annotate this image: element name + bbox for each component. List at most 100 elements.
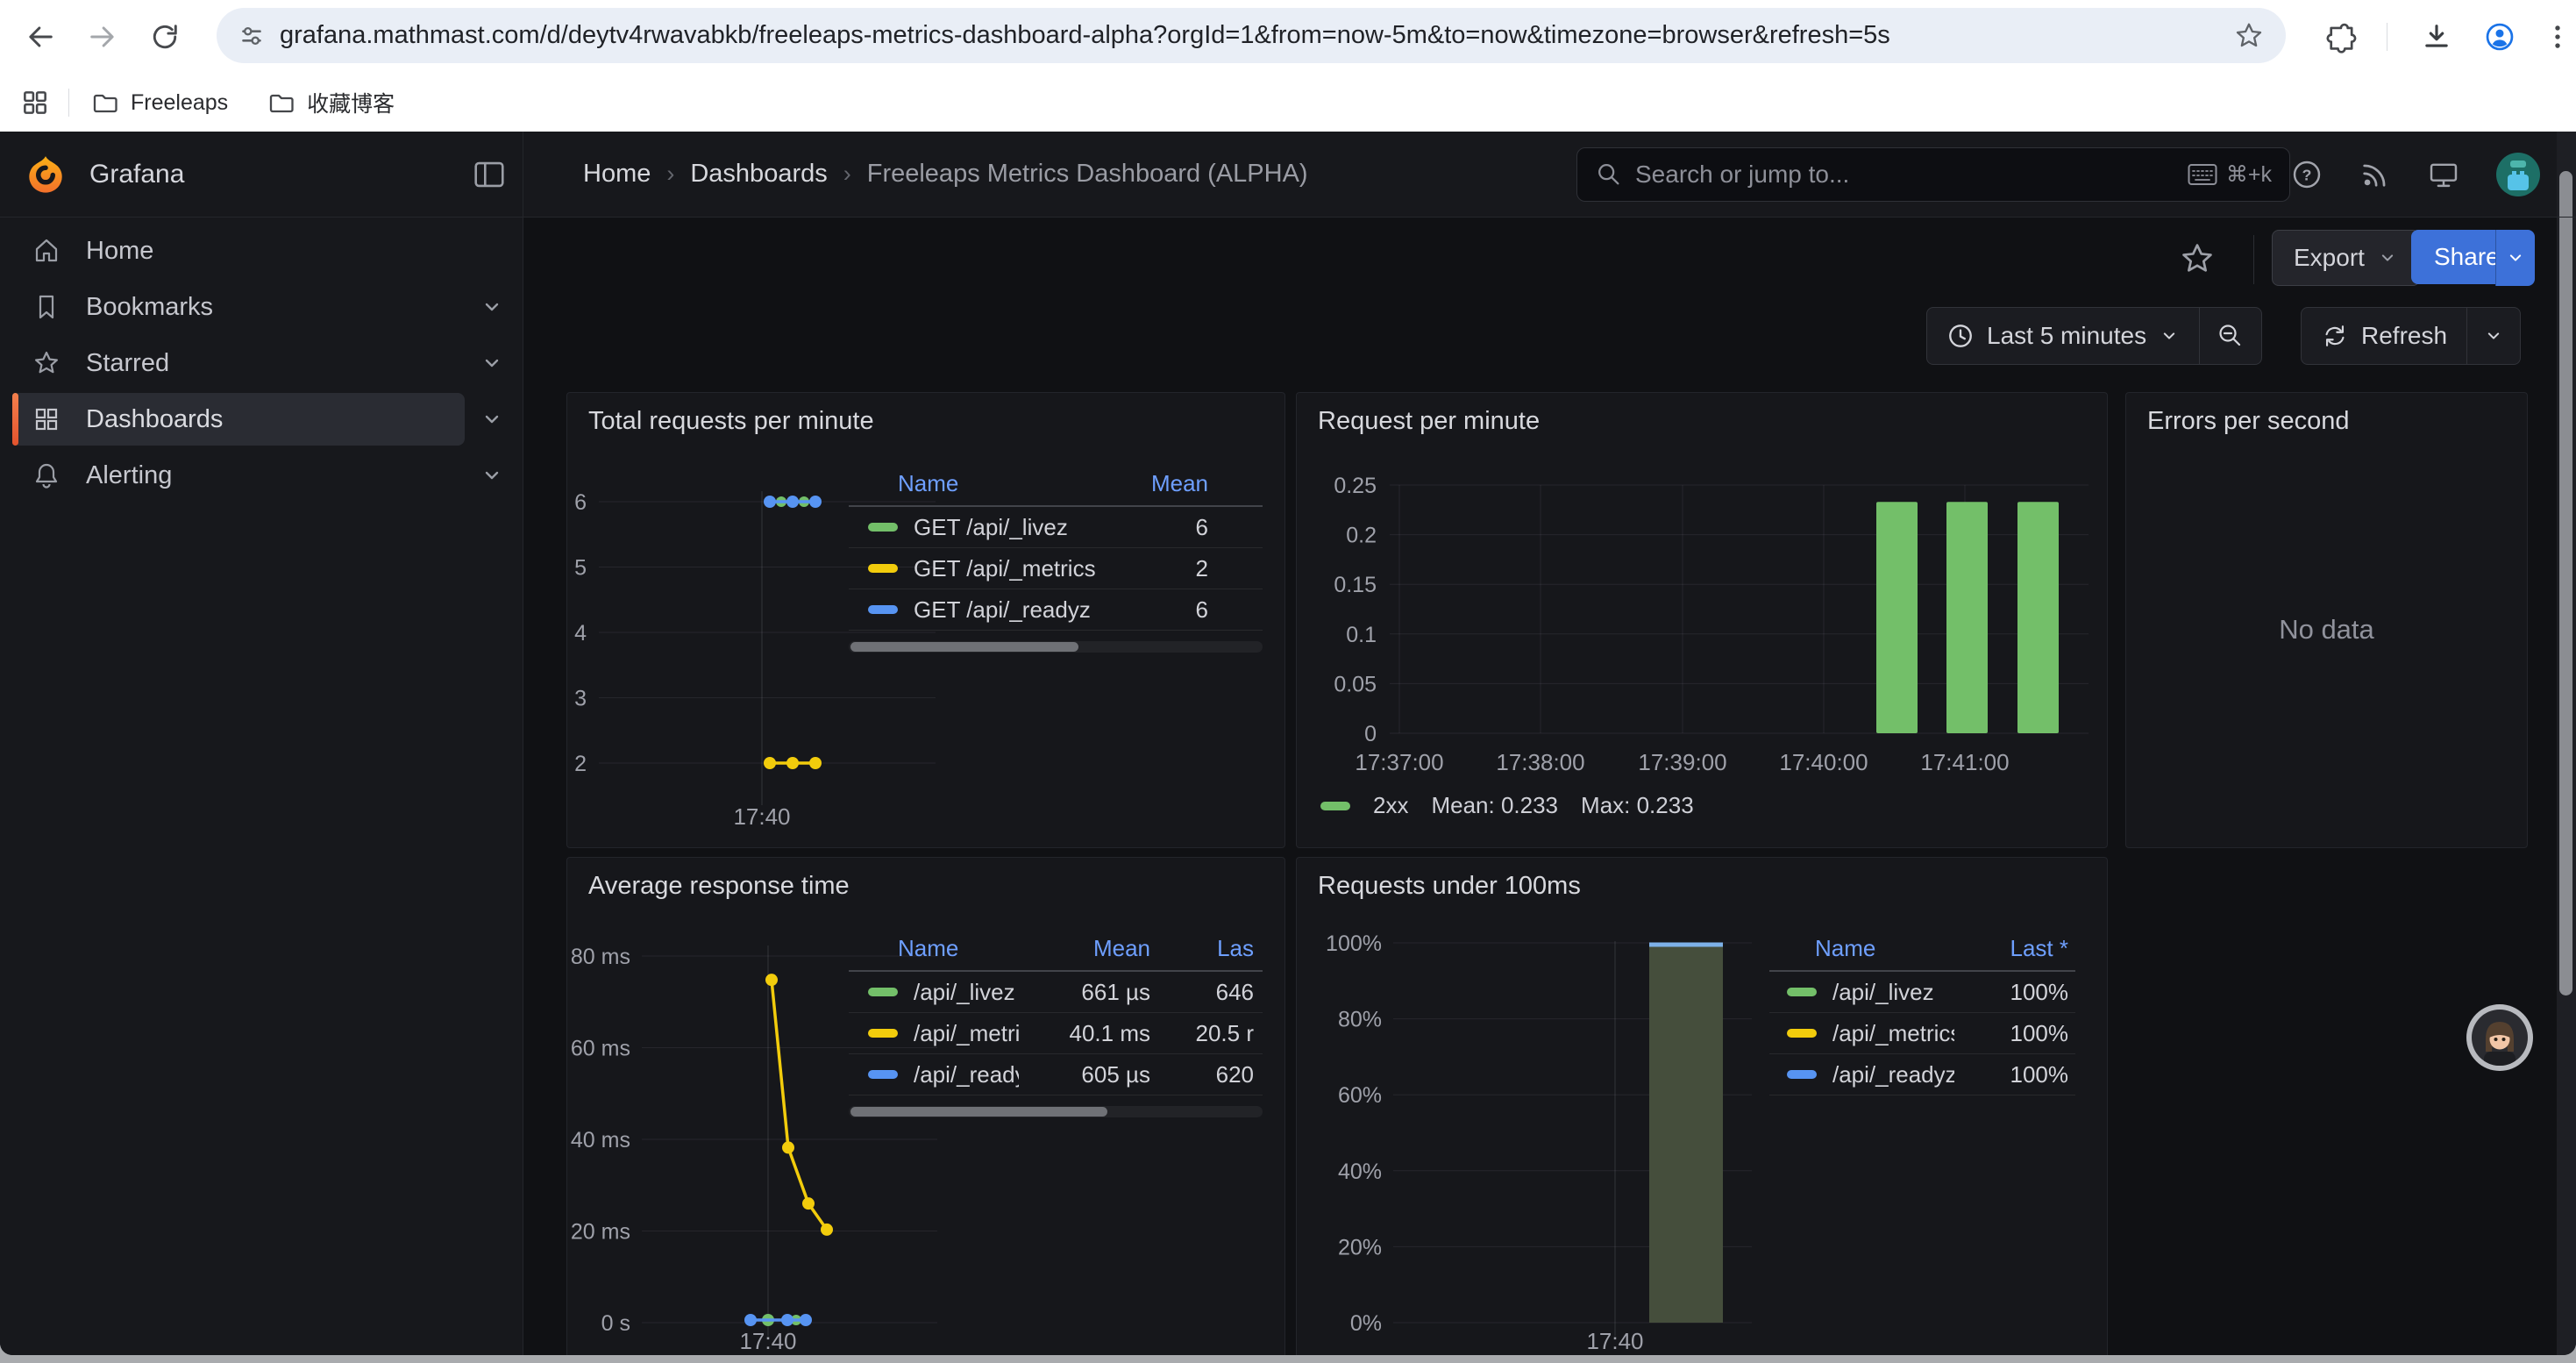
chevron-down-icon[interactable] <box>480 295 504 319</box>
sidebar: Grafana Home Bookma <box>0 132 523 1355</box>
svg-text:100%: 100% <box>1326 931 1382 956</box>
sidebar-toggle-icon[interactable] <box>472 157 507 192</box>
svg-text:17:39:00: 17:39:00 <box>1638 749 1726 775</box>
legend-header: Name Mean <box>849 461 1263 507</box>
bell-icon <box>32 460 61 490</box>
scrollbar-thumb[interactable] <box>2559 171 2572 995</box>
bookmarks-bar: Freeleaps 收藏博客 <box>0 74 2576 132</box>
legend-row[interactable]: /api/_readyz 605 µs 620 <box>849 1054 1263 1095</box>
bookmark-folder-blog[interactable]: 收藏博客 <box>267 87 395 118</box>
home-icon <box>32 236 61 266</box>
breadcrumb-dashboards[interactable]: Dashboards <box>690 160 827 189</box>
brand: Grafana <box>0 132 523 217</box>
legend-table: Name Mean Las /api/_livez 661 µs 646 /ap… <box>849 926 1263 1117</box>
legend-row[interactable]: /api/_metrics 100% <box>1769 1013 2075 1054</box>
legend-row[interactable]: /api/_metrics 40.1 ms 20.5 r <box>849 1013 1263 1054</box>
sidebar-item-label: Home <box>86 237 153 266</box>
back-icon[interactable] <box>24 20 57 54</box>
sidebar-item-home[interactable]: Home <box>12 225 465 277</box>
svg-text:0.25: 0.25 <box>1334 474 1377 498</box>
svg-text:40 ms: 40 ms <box>571 1128 630 1152</box>
profile-icon[interactable] <box>2483 20 2516 54</box>
svg-text:0.05: 0.05 <box>1334 672 1377 696</box>
chevron-down-icon[interactable] <box>480 351 504 375</box>
svg-text:4: 4 <box>574 621 587 646</box>
svg-text:80 ms: 80 ms <box>571 945 630 969</box>
legend-row[interactable]: /api/_livez 661 µs 646 <box>849 972 1263 1013</box>
bookmark-star-icon[interactable] <box>2233 20 2265 52</box>
reload-icon[interactable] <box>148 20 181 54</box>
page-scrollbar[interactable] <box>2557 132 2576 1355</box>
user-avatar[interactable] <box>2495 152 2541 197</box>
series-color-pill <box>868 564 898 573</box>
panel-request-per-minute: Request per minute 0.250.20.150.10.05017… <box>1296 392 2108 848</box>
chevron-down-icon[interactable] <box>480 463 504 488</box>
url-text[interactable]: grafana.mathmast.com/d/deytv4rwavabkb/fr… <box>280 21 2233 50</box>
svg-text:0.2: 0.2 <box>1346 524 1377 548</box>
apps-grid-icon[interactable] <box>19 87 51 118</box>
forward-icon[interactable] <box>86 20 119 54</box>
time-range-picker: Last 5 minutes <box>1926 307 2262 365</box>
sidebar-item-alerting[interactable]: Alerting <box>12 449 465 502</box>
legend-scrollbar[interactable] <box>849 1106 1263 1117</box>
panel-title[interactable]: Errors per second <box>2147 407 2350 436</box>
grafana-app: Grafana Home Bookma <box>0 132 2576 1355</box>
dashboard-actions: Export Share <box>523 218 2576 303</box>
help-icon[interactable]: ? <box>2290 158 2323 191</box>
svg-text:17:40:00: 17:40:00 <box>1779 749 1868 775</box>
folder-icon <box>267 88 296 118</box>
legend-row[interactable]: GET /api/_livez 6 <box>849 507 1263 548</box>
series-color-pill <box>868 1070 898 1079</box>
series-legend[interactable]: 2xx Mean: 0.233 Max: 0.233 <box>1320 792 1694 819</box>
breadcrumb-home[interactable]: Home <box>583 160 651 189</box>
legend-row[interactable]: GET /api/_readyz 6 <box>849 589 1263 631</box>
export-button[interactable]: Export <box>2272 230 2420 286</box>
url-bar[interactable]: grafana.mathmast.com/d/deytv4rwavabkb/fr… <box>217 8 2286 63</box>
monitor-icon[interactable] <box>2427 158 2460 191</box>
app-header: Home › Dashboards › Freeleaps Metrics Da… <box>523 132 2576 217</box>
time-range-button[interactable]: Last 5 minutes <box>1927 308 2200 364</box>
series-color-pill <box>1787 1070 1817 1079</box>
sidebar-item-bookmarks[interactable]: Bookmarks <box>12 281 465 333</box>
request-per-minute-chart[interactable]: 0.250.20.150.10.05017:37:0017:38:0017:39… <box>1297 393 2107 847</box>
dashboards-icon <box>32 404 61 434</box>
svg-text:0 s: 0 s <box>601 1311 630 1336</box>
legend-row[interactable]: /api/_livez 100% <box>1769 972 2075 1013</box>
svg-text:17:41:00: 17:41:00 <box>1920 749 2009 775</box>
sidebar-item-label: Dashboards <box>86 405 223 434</box>
search-placeholder: Search or jump to... <box>1635 161 2188 189</box>
site-info-icon[interactable] <box>236 20 267 52</box>
actions-divider <box>2253 235 2254 284</box>
favorite-star-icon[interactable] <box>2179 240 2216 277</box>
legend-scrollbar[interactable] <box>849 641 1263 653</box>
star-icon <box>32 348 61 378</box>
download-icon[interactable] <box>2420 20 2453 54</box>
zoom-out-button[interactable] <box>2200 308 2261 364</box>
folder-icon <box>90 88 120 118</box>
panel-errors-per-second: Errors per second No data <box>2125 392 2528 848</box>
sidebar-item-label: Starred <box>86 349 169 378</box>
chevron-down-icon[interactable] <box>480 407 504 432</box>
legend-table: Name Mean GET /api/_livez 6 GET /api/_me… <box>849 461 1263 653</box>
grafana-logo-icon[interactable] <box>26 155 65 194</box>
sidebar-item-dashboards[interactable]: Dashboards <box>12 393 465 446</box>
panel-avg-response-time: Average response time 80 ms60 ms40 ms20 … <box>566 857 1285 1355</box>
refresh-button[interactable]: Refresh <box>2302 308 2467 364</box>
panel-total-requests: Total requests per minute 6543217:40 Nam… <box>566 392 1285 848</box>
bookmarks-divider <box>68 89 69 117</box>
share-menu-button[interactable] <box>2495 230 2535 286</box>
sidebar-item-starred[interactable]: Starred <box>12 337 465 389</box>
bookmark-label: Freeleaps <box>131 90 228 116</box>
extensions-icon[interactable] <box>2325 20 2359 54</box>
assistant-avatar[interactable] <box>2465 1003 2535 1073</box>
bookmark-folder-freeleaps[interactable]: Freeleaps <box>90 88 228 118</box>
legend-row[interactable]: GET /api/_metrics 2 <box>849 548 1263 589</box>
refresh-interval-button[interactable] <box>2467 308 2520 364</box>
svg-text:0.1: 0.1 <box>1346 623 1377 647</box>
menu-icon[interactable] <box>2541 20 2574 54</box>
search-input[interactable]: Search or jump to... ⌘+k <box>1576 147 2290 202</box>
rss-icon[interactable] <box>2359 158 2392 191</box>
legend-row[interactable]: /api/_readyz 100% <box>1769 1054 2075 1095</box>
chevron-down-icon <box>2159 325 2180 346</box>
svg-text:6: 6 <box>574 490 587 515</box>
